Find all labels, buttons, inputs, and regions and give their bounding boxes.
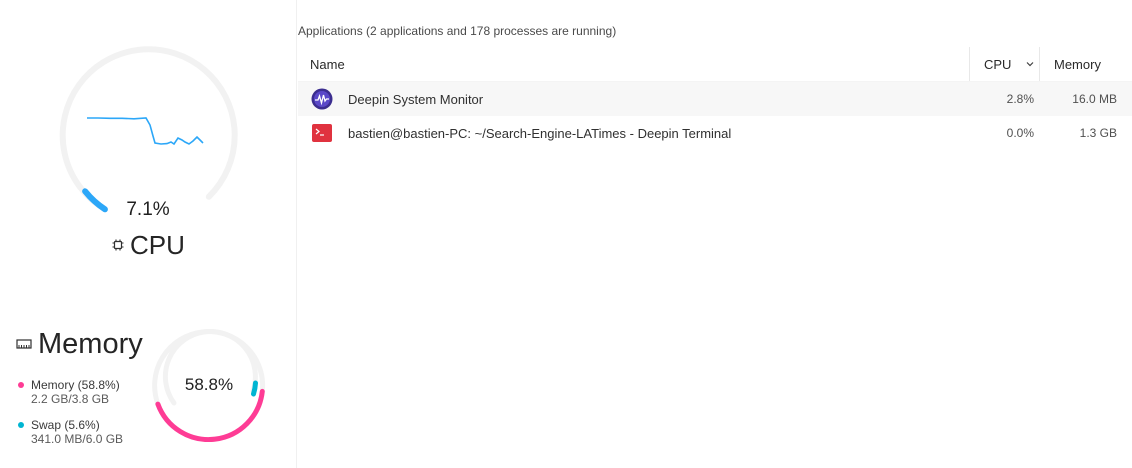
table-header: Name CPU Memory <box>298 47 1132 82</box>
cpu-usage-value: 7.1% <box>126 199 170 220</box>
memory-usage-value: 58.8% <box>184 375 234 394</box>
memory-legend-dot <box>18 381 24 388</box>
chevron-down-icon <box>1025 57 1035 72</box>
app-name-cell: bastien@bastien-PC: ~/Search-Engine-LATi… <box>298 116 970 150</box>
app-cpu-cell: 2.8% <box>1006 92 1034 106</box>
swap-legend-label: Swap (5.6%) <box>31 417 100 432</box>
resource-sidebar: 7.1% CPU Memory Memory (58.8%) 2.2 GB/3.… <box>0 0 296 468</box>
column-header-cpu-label: CPU <box>984 56 1012 72</box>
column-header-name-label: Name <box>310 56 345 72</box>
memory-legend-detail: 2.2 GB/3.8 GB <box>31 392 110 406</box>
app-cpu-cell: 0.0% <box>1006 126 1034 140</box>
applications-panel: Applications (2 applications and 178 pro… <box>297 0 1132 468</box>
swap-legend-detail: 341.0 MB/6.0 GB <box>31 432 124 446</box>
app-name: bastien@bastien-PC: ~/Search-Engine-LATi… <box>348 125 732 141</box>
app-name: Deepin System Monitor <box>348 91 484 107</box>
app-name-cell: Deepin System Monitor <box>298 82 970 116</box>
memory-title: Memory <box>16 326 143 362</box>
app-memory-cell: 1.3 GB <box>1079 126 1117 140</box>
terminal-icon <box>310 121 334 145</box>
app-memory-cell: 16.0 MB <box>1072 92 1117 106</box>
column-header-cpu[interactable]: CPU <box>970 47 1040 81</box>
applications-summary: Applications (2 applications and 178 pro… <box>298 24 617 38</box>
memory-title-label: Memory <box>38 327 143 360</box>
cpu-gauge-track <box>59 46 238 213</box>
cpu-history-line <box>87 117 204 146</box>
memory-legend-item: Memory (58.8%) 2.2 GB/3.8 GB <box>18 377 158 407</box>
table-row[interactable]: bastien@bastien-PC: ~/Search-Engine-LATi… <box>298 116 1132 150</box>
column-header-memory-label: Memory <box>1054 56 1101 72</box>
column-header-memory[interactable]: Memory <box>1040 47 1132 81</box>
cpu-title: CPU <box>108 228 185 262</box>
applications-table: Name CPU Memory Deepin System Monitor 2.… <box>298 47 1132 150</box>
column-header-name[interactable]: Name <box>298 47 970 81</box>
table-row[interactable]: Deepin System Monitor 2.8% 16.0 MB <box>298 82 1132 116</box>
swap-legend-dot <box>18 421 24 428</box>
cpu-chip-icon <box>108 235 128 255</box>
swap-legend-item: Swap (5.6%) 341.0 MB/6.0 GB <box>18 417 158 447</box>
cpu-title-label: CPU <box>130 229 185 260</box>
memory-legend-label: Memory (58.8%) <box>31 377 120 392</box>
system-monitor-icon <box>310 87 334 111</box>
ram-module-icon <box>16 336 32 352</box>
